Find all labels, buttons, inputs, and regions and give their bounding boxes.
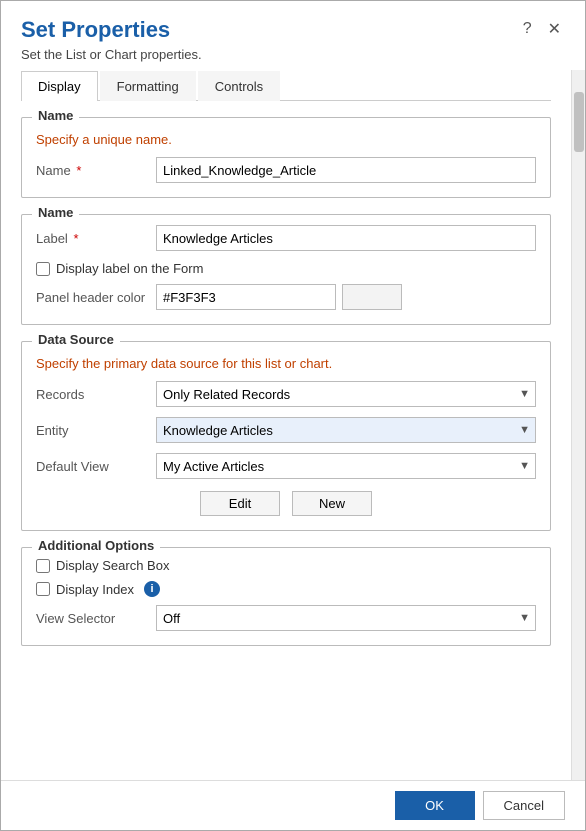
label-input[interactable] [156,225,536,251]
name-required-star: * [76,163,81,178]
label-required-star: * [73,231,78,246]
records-select-wrapper: Only Related Records All Records ▼ [156,381,536,407]
data-source-section: Data Source Specify the primary data sou… [21,341,551,531]
view-selector-select[interactable]: Off On Show All Views [156,605,536,631]
additional-options-section: Additional Options Display Search Box Di… [21,547,551,646]
tab-formatting[interactable]: Formatting [100,71,196,101]
records-row: Records Only Related Records All Records… [36,381,536,407]
close-icon[interactable]: ✕ [544,17,565,41]
display-index-info-icon[interactable]: i [144,581,160,597]
display-label-checkbox[interactable] [36,262,50,276]
records-label: Records [36,387,156,402]
panel-header-row: Panel header color [36,284,536,310]
help-icon[interactable]: ? [519,18,536,40]
color-preview[interactable] [342,284,402,310]
scrollbar-thumb[interactable] [574,92,584,152]
display-search-box-row: Display Search Box [36,558,536,573]
display-label-text: Display label on the Form [56,261,203,276]
dialog-footer: OK Cancel [1,780,585,830]
dialog-title-actions: ? ✕ [519,17,565,41]
name-subtitle: Specify a unique name. [36,132,536,147]
new-button[interactable]: New [292,491,372,516]
name-legend: Name [32,108,79,123]
tab-bar: Display Formatting Controls [21,70,551,101]
view-selector-wrapper: Off On Show All Views ▼ [156,605,536,631]
panel-header-input[interactable] [156,284,336,310]
display-index-row: Display Index i [36,581,536,597]
display-label-row: Display label on the Form [36,261,536,276]
display-search-box-checkbox[interactable] [36,559,50,573]
data-source-subtitle: Specify the primary data source for this… [36,356,536,371]
entity-row: Entity Knowledge Articles Accounts Conta… [36,417,536,443]
default-view-select[interactable]: My Active Articles Active Articles All A… [156,453,536,479]
dialog-title: Set Properties [21,17,202,43]
dialog-content: Display Formatting Controls Name Specify… [1,70,571,780]
default-view-label: Default View [36,459,156,474]
name-label: Name * [36,163,156,178]
name-row: Name * [36,157,536,183]
dialog-title-text: Set Properties Set the List or Chart pro… [21,17,202,62]
tab-controls[interactable]: Controls [198,71,280,101]
entity-select[interactable]: Knowledge Articles Accounts Contacts [156,417,536,443]
cancel-button[interactable]: Cancel [483,791,565,820]
ok-button[interactable]: OK [395,791,475,820]
edit-button[interactable]: Edit [200,491,280,516]
tab-display[interactable]: Display [21,71,98,101]
entity-select-wrapper: Knowledge Articles Accounts Contacts ▼ [156,417,536,443]
label-row: Label * [36,225,536,251]
data-source-legend: Data Source [32,332,120,347]
label-section: Name Label * Display label on the Form P… [21,214,551,325]
panel-header-label: Panel header color [36,290,156,305]
label-label: Label * [36,231,156,246]
set-properties-dialog: Set Properties Set the List or Chart pro… [0,0,586,831]
default-view-select-wrapper: My Active Articles Active Articles All A… [156,453,536,479]
display-index-label: Display Index [56,582,134,597]
label-legend: Name [32,205,79,220]
display-index-checkbox[interactable] [36,582,50,596]
view-selector-row: View Selector Off On Show All Views ▼ [36,605,536,631]
dialog-subtitle: Set the List or Chart properties. [21,47,202,62]
name-input[interactable] [156,157,536,183]
data-source-buttons: Edit New [36,491,536,516]
default-view-row: Default View My Active Articles Active A… [36,453,536,479]
scrollbar-track[interactable] [571,70,585,780]
scrollbar-area: Display Formatting Controls Name Specify… [1,70,585,780]
records-select[interactable]: Only Related Records All Records [156,381,536,407]
additional-options-legend: Additional Options [32,538,160,553]
view-selector-label: View Selector [36,611,156,626]
entity-label: Entity [36,423,156,438]
display-search-box-label: Display Search Box [56,558,169,573]
dialog-title-bar: Set Properties Set the List or Chart pro… [1,1,585,70]
name-section: Name Specify a unique name. Name * [21,117,551,198]
